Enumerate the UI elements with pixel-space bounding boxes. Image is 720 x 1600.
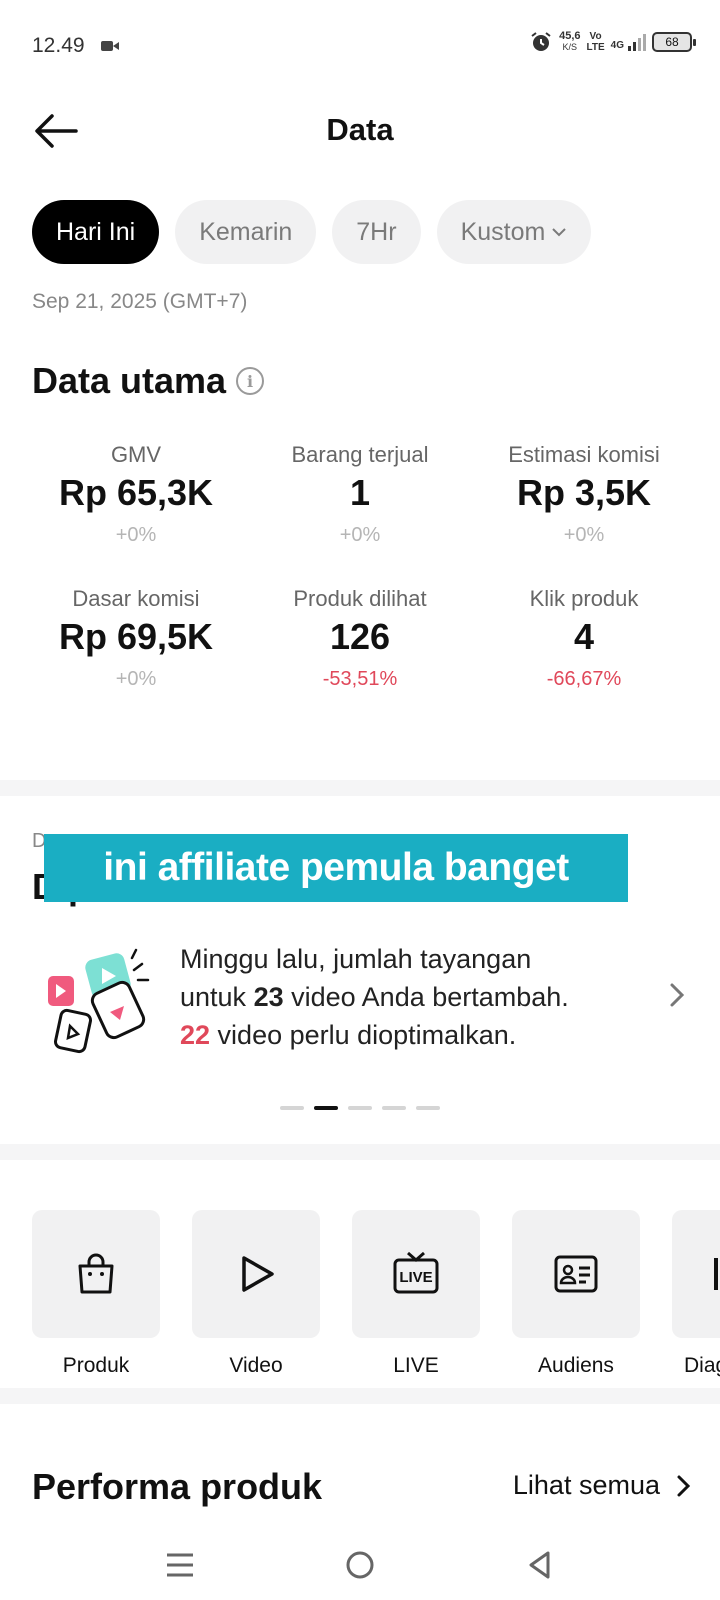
metric-label: GMV [110,442,162,467]
alarm-icon [531,32,551,51]
tile-label: Diag [684,1354,720,1377]
date-filter-chips: Hari Ini Kemarin 7Hr Kustom [32,200,592,264]
metric-product-clicks[interactable]: Klik produk 4 -66,67% [472,584,696,698]
quick-link-video[interactable]: Video [192,1210,320,1378]
overlay-caption: ini affiliate pemula banget [44,834,628,902]
quick-link-live[interactable]: LIVE LIVE [352,1210,480,1378]
volte-indicator: Vo LTE [586,31,605,53]
signal-icon: 4G [611,33,646,51]
tile-label: LIVE [393,1354,439,1377]
metric-change: +0% [339,524,381,546]
metric-change: +0% [563,524,605,546]
chevron-right-icon[interactable] [662,980,692,1010]
metric-label: Dasar komisi [72,586,200,611]
metric-value: 126 [329,616,391,657]
metric-value: Rp 3,5K [516,472,652,513]
quick-link-diag[interactable]: Diag [672,1210,720,1378]
see-all-link[interactable]: Lihat semua [513,1470,692,1501]
page-title: Data [326,112,394,147]
metric-value: 4 [573,616,595,657]
pager-dot[interactable] [348,1106,372,1110]
nav-menu-button[interactable] [157,1542,203,1588]
metric-value: Rp 65,3K [58,472,214,513]
tile-label: Video [229,1354,283,1377]
video-camera-icon [101,41,119,51]
quick-link-produk[interactable]: Produk [32,1210,160,1378]
metric-value: Rp 69,5K [58,616,214,657]
home-circle-icon [346,1551,374,1579]
live-tv-icon: LIVE [393,1251,439,1294]
svg-text:LIVE: LIVE [399,1269,432,1286]
section-divider [0,780,720,796]
video-optimize-illustration [48,948,150,1054]
menu-icon [167,1553,193,1577]
metric-label: Produk dilihat [293,586,427,611]
tip-text: Minggu lalu, jumlah tayangan untuk 23 vi… [180,944,569,1050]
header: Data [0,96,720,166]
chevron-down-icon [552,228,567,237]
id-card-icon [554,1255,598,1293]
battery-icon: 68 [652,32,696,52]
date-label: Sep 21, 2025 (GMT+7) [32,290,248,313]
quick-link-audiens[interactable]: Audiens [512,1210,640,1378]
pager-dot[interactable] [382,1106,406,1110]
pager-dot-active[interactable] [314,1106,338,1110]
status-bar: 12.49 45,6 K/S Vo LTE 4G 68 [0,0,720,96]
product-performance-title: Performa produk [32,1466,323,1507]
section-divider [0,1388,720,1404]
key-data-title: Data utama i [32,360,265,402]
back-triangle-icon [529,1551,550,1579]
tile-label: Audiens [538,1354,614,1377]
net-speed: 45,6 K/S [559,30,581,53]
metric-change: -66,67% [546,668,622,690]
metric-product-views[interactable]: Produk dilihat 126 -53,51% [248,584,472,698]
tip-card[interactable]: Minggu lalu, jumlah tayangan untuk 23 vi… [32,940,692,1070]
nav-back-button[interactable] [517,1542,563,1588]
metric-label: Klik produk [529,586,639,611]
diagnosis-icon [714,1258,718,1290]
nav-home-button[interactable] [337,1542,383,1588]
tile-label: Produk [62,1354,130,1377]
play-icon [242,1256,274,1292]
status-time: 12.49 [32,34,85,57]
chip-today[interactable]: Hari Ini [32,200,160,264]
chevron-right-icon [677,1475,691,1496]
system-nav-bar [0,1530,720,1600]
quick-links: Produk Video LIVE LIVE Audiens Dia [32,1210,720,1378]
metric-items-sold[interactable]: Barang terjual 1 +0% [248,440,472,554]
metric-label: Estimasi komisi [508,442,660,467]
metric-commission-base[interactable]: Dasar komisi Rp 69,5K +0% [24,584,248,698]
metrics-grid: GMV Rp 65,3K +0% Barang terjual 1 +0% Es… [24,440,696,698]
section-divider [0,1144,720,1160]
metric-est-commission[interactable]: Estimasi komisi Rp 3,5K +0% [472,440,696,554]
chip-yesterday[interactable]: Kemarin [175,200,317,264]
carousel-pager [280,1106,440,1110]
info-icon[interactable]: i [236,367,265,395]
metric-gmv[interactable]: GMV Rp 65,3K +0% [24,440,248,554]
metric-change: +0% [115,524,157,546]
chip-custom[interactable]: Kustom [436,200,592,264]
pager-dot[interactable] [416,1106,440,1110]
metric-change: -53,51% [322,668,398,690]
pager-dot[interactable] [280,1106,304,1110]
metric-change: +0% [115,668,157,690]
shopping-bag-icon [78,1253,114,1294]
status-icons: 45,6 K/S Vo LTE 4G 68 [529,30,696,54]
metric-value: 1 [349,472,371,513]
metric-label: Barang terjual [291,442,429,467]
chip-7days[interactable]: 7Hr [332,200,421,264]
